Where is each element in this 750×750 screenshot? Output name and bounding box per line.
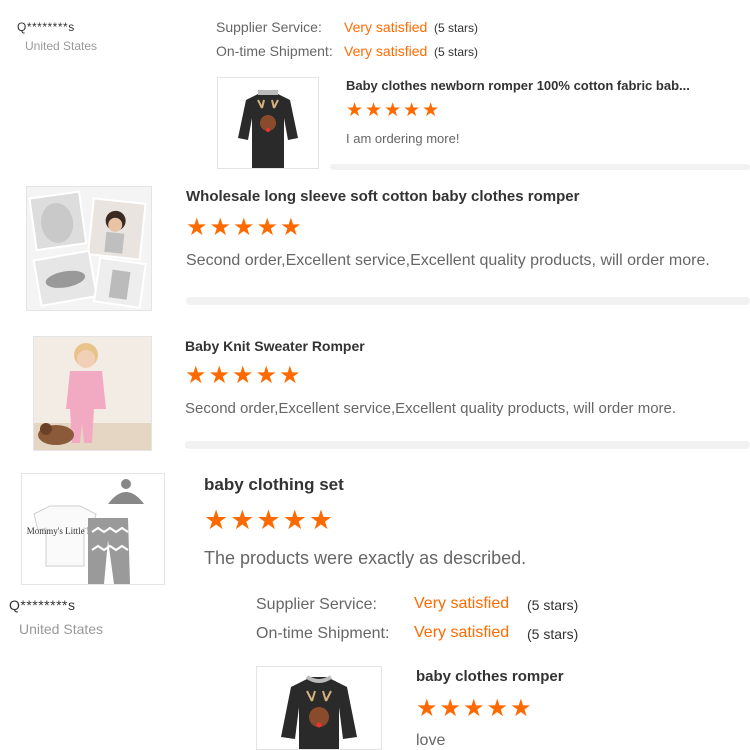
rating-stars: ★★★★★ [416, 695, 534, 722]
supplier-service-value: Very satisfied [414, 595, 510, 612]
shipment-stars: (5 stars) [527, 626, 579, 642]
product-thumbnail[interactable] [33, 336, 152, 451]
reindeer-romper-image [257, 667, 381, 749]
review-comment: The products were exactly as described. [204, 548, 527, 568]
rating-stars: ★★★★★ [186, 214, 304, 241]
product-thumbnail[interactable] [26, 186, 152, 311]
product-thumbnail[interactable] [217, 77, 319, 169]
review-comment: Second order,Excellent service,Excellent… [186, 252, 710, 269]
product-title[interactable]: Wholesale long sleeve soft cotton baby c… [186, 188, 579, 205]
reindeer-romper-image [218, 78, 318, 168]
product-title[interactable]: Baby clothes newborn romper 100% cotton … [346, 78, 690, 93]
supplier-service-label: Supplier Service: [256, 596, 377, 613]
product-title[interactable]: baby clothing set [204, 475, 344, 495]
supplier-service-stars: (5 stars) [527, 597, 579, 613]
rating-stars: ★★★★★ [185, 362, 303, 389]
shipment-label: On-time Shipment: [216, 43, 333, 59]
supplier-service-value: Very satisfied [344, 19, 428, 35]
reviewer-country: United States [19, 621, 104, 637]
supplier-service-stars: (5 stars) [434, 21, 479, 35]
reviewer-country: United States [25, 39, 98, 53]
product-title[interactable]: baby clothes romper [416, 668, 564, 685]
reviewer-name: Q********s [9, 597, 76, 613]
baby-collage-image [27, 187, 151, 310]
divider [185, 441, 750, 449]
reviewer-name: Q********s [17, 20, 75, 34]
shipment-value: Very satisfied [414, 624, 510, 641]
review-comment: I am ordering more! [346, 131, 460, 146]
shipment-stars: (5 stars) [434, 45, 479, 59]
divider [186, 297, 750, 305]
review-comment: Second order,Excellent service,Excellent… [185, 400, 677, 417]
rating-stars: ★★★★★ [204, 505, 336, 535]
shipment-label: On-time Shipment: [256, 625, 390, 642]
product-thumbnail[interactable]: Mommy's Little Man [21, 473, 165, 585]
product-thumbnail[interactable] [256, 666, 382, 750]
divider [330, 164, 750, 170]
shipment-value: Very satisfied [344, 43, 428, 59]
review-comment: love [416, 732, 446, 749]
rating-stars: ★★★★★ [346, 100, 442, 121]
pink-sweater-romper-image [34, 337, 151, 450]
clothing-set-image: Mommy's Little Man [22, 474, 164, 584]
supplier-service-label: Supplier Service: [216, 19, 322, 35]
product-title[interactable]: Baby Knit Sweater Romper [185, 338, 365, 354]
